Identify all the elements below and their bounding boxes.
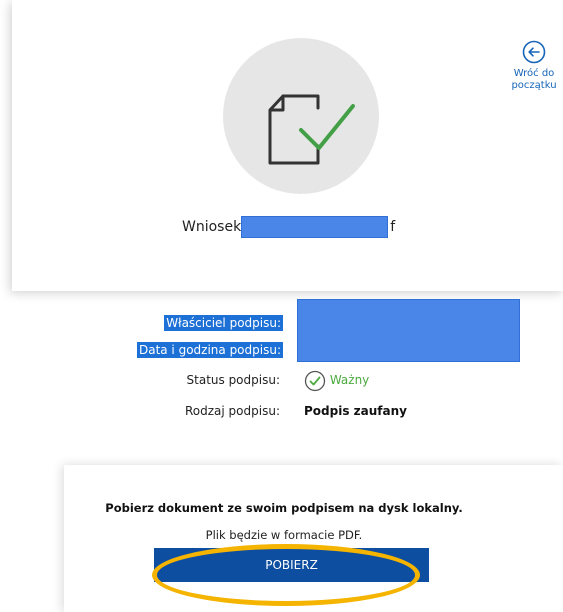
download-title: Pobierz dokument ze swoim podpisem na dy…: [105, 501, 463, 515]
status-label: Status podpisu:: [186, 373, 280, 387]
download-card: Pobierz dokument ze swoim podpisem na dy…: [64, 465, 563, 612]
download-subtitle: Plik będzie w formacie PDF.: [205, 528, 363, 542]
filename-prefix: Wniosek: [182, 219, 242, 235]
owner-datetime-redaction: [297, 299, 520, 362]
datetime-label: Data i godzina podpisu:: [136, 342, 283, 358]
status-value: Ważny: [329, 373, 370, 387]
back-to-start-button[interactable]: Wróć do początku: [506, 40, 562, 92]
check-circle-icon: [304, 370, 326, 391]
document-filename: Wniosek f: [182, 216, 395, 238]
download-button[interactable]: POBIERZ: [154, 548, 429, 582]
type-label: Rodzaj podpisu:: [185, 404, 280, 418]
back-label-line1: Wróć do: [513, 68, 555, 79]
document-signed-icon: [223, 38, 379, 194]
back-label-line2: początku: [511, 80, 557, 91]
arrow-left-circle-icon: [522, 40, 546, 64]
document-card: Wniosek f Wróć do początku: [12, 0, 563, 291]
signature-verification-page: Wniosek f Wróć do początku Właściciel pod…: [0, 0, 563, 612]
filename-redaction: [241, 216, 389, 238]
type-value: Podpis zaufany: [304, 404, 407, 418]
owner-label-row: Właściciel podpisu:: [60, 313, 283, 333]
status-value-row: Ważny: [304, 368, 424, 392]
filename-suffix: f: [390, 219, 396, 235]
owner-label: Właściciel podpisu:: [164, 315, 283, 331]
datetime-label-row: Data i godzina podpisu:: [60, 340, 283, 360]
